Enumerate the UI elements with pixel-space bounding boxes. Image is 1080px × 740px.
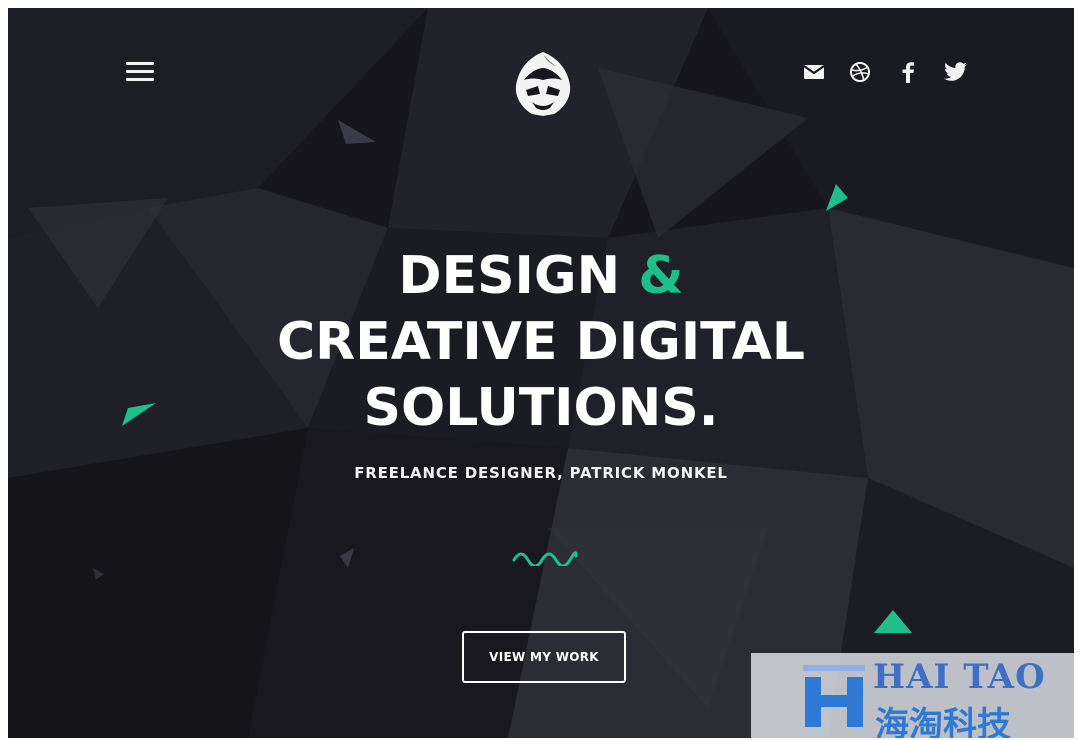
watermark-text-top: HAI TAO (873, 657, 1046, 697)
hero-section: DESIGN & CREATIVE DIGITAL SOLUTIONS. FRE… (8, 8, 1074, 738)
hamburger-menu-icon[interactable] (126, 60, 156, 84)
masked-head-logo-icon[interactable] (510, 50, 576, 118)
watermark: HAI TAO 海淘科技 (751, 653, 1074, 738)
twitter-icon[interactable] (942, 58, 970, 86)
headline-line-2: CREATIVE DIGITAL (277, 312, 805, 372)
dribbble-icon[interactable] (846, 58, 874, 86)
hero-subtitle: FREELANCE DESIGNER, PATRICK MONKEL (354, 464, 728, 482)
watermark-text-bottom: 海淘科技 (875, 705, 1011, 738)
headline-line-1: DESIGN & (8, 243, 1074, 309)
view-my-work-button[interactable]: VIEW MY WORK (462, 631, 626, 683)
headline-line-3: SOLUTIONS. (363, 378, 719, 438)
mail-icon[interactable] (800, 58, 828, 86)
watermark-logo-icon (803, 665, 865, 727)
headline-ampersand: & (638, 246, 684, 306)
squiggle-divider-icon (512, 551, 578, 566)
hero-headline: DESIGN & CREATIVE DIGITAL SOLUTIONS. (8, 243, 1074, 441)
facebook-icon[interactable] (894, 58, 922, 86)
headline-word-design: DESIGN (398, 246, 621, 306)
